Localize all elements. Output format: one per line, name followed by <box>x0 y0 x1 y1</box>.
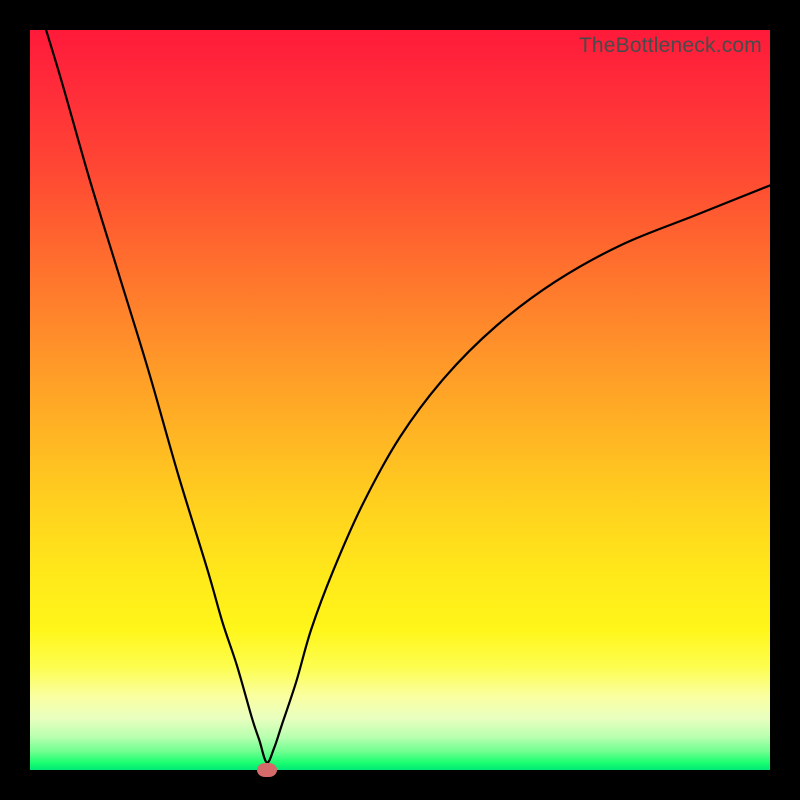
bottleneck-curve-path <box>30 30 770 763</box>
chart-frame: TheBottleneck.com <box>0 0 800 800</box>
min-marker-icon <box>257 763 277 777</box>
curve-layer <box>30 30 770 770</box>
plot-area: TheBottleneck.com <box>30 30 770 770</box>
